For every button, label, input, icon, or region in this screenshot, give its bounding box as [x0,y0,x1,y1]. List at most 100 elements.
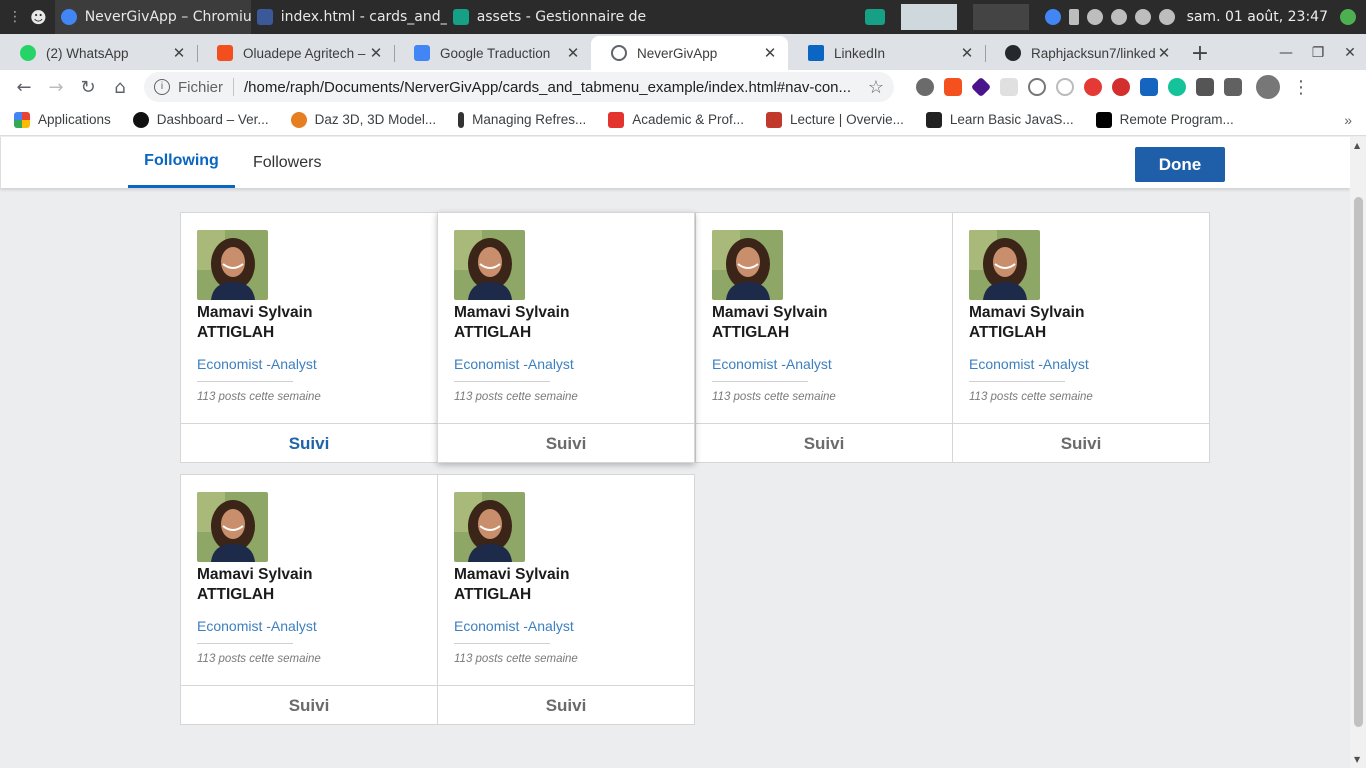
done-button[interactable]: Done [1135,147,1225,182]
shield-icon[interactable] [1086,9,1103,25]
extension-icon[interactable] [1028,78,1046,96]
profile-card[interactable]: Mamavi Sylvain ATTIGLAH Economist -Analyst… [437,474,695,725]
profile-name[interactable]: Mamavi Sylvain ATTIGLAH [197,303,397,343]
system-tray: sam. 01 août, 23:47 [864,4,1366,30]
address-url[interactable]: /home/raph/Documents/NerverGivApp/cards_… [244,79,860,96]
follow-button[interactable]: Suivi [696,423,952,463]
battery-icon[interactable] [1068,9,1079,25]
taskbar-window-label: index.html - cards_and_ta... [280,9,447,25]
profile-name[interactable]: Mamavi Sylvain ATTIGLAH [454,303,654,343]
avatar[interactable] [197,492,268,562]
workspace-3-icon[interactable] [972,4,1029,30]
taskbar-window-chromium[interactable]: NeverGivApp – Chromium [54,0,251,34]
profile-name[interactable]: Mamavi Sylvain ATTIGLAH [197,565,397,605]
bookmark-item[interactable]: Remote Program... [1095,111,1234,128]
app-menu-button[interactable]: ⋮ ☻ [0,0,55,34]
close-icon[interactable]: ✕ [565,44,581,62]
profile-avatar[interactable] [1256,75,1280,99]
close-icon[interactable]: ✕ [959,44,975,62]
tab-following[interactable]: Following [128,137,235,188]
profile-name[interactable]: Mamavi Sylvain ATTIGLAH [969,303,1169,343]
avatar[interactable] [454,230,525,300]
close-icon[interactable]: ✕ [762,44,778,62]
follow-button[interactable]: Suivi [438,685,694,725]
extension-icon[interactable] [1224,78,1242,96]
profile-role: Economist -Analyst [454,618,574,634]
profile-card[interactable]: Mamavi Sylvain ATTIGLAH Economist -Analyst… [180,474,438,725]
profile-card[interactable]: Mamavi Sylvain ATTIGLAH Economist -Analyst… [695,212,953,463]
workspace-1-icon[interactable] [864,9,885,25]
extension-icon[interactable] [1056,78,1074,96]
address-bar[interactable]: i Fichier /home/raph/Documents/NerverGiv… [144,72,894,102]
follow-button[interactable]: Suivi [181,423,437,463]
bookmark-item[interactable]: Daz 3D, 3D Model... [290,111,436,128]
browser-tab-whatsapp[interactable]: (2) WhatsApp ✕ [0,36,197,70]
browser-menu-icon[interactable]: ⋮ [1292,77,1310,98]
close-window-icon[interactable]: ✕ [1334,45,1366,61]
extension-icon[interactable] [944,78,962,96]
close-icon[interactable]: ✕ [171,44,187,62]
profile-name[interactable]: Mamavi Sylvain ATTIGLAH [454,565,654,605]
profile-card[interactable]: Mamavi Sylvain ATTIGLAH Economist -Analyst… [437,212,695,463]
bookmark-item[interactable]: Learn Basic JavaS... [925,111,1074,128]
bookmark-applications[interactable]: Applications [14,111,111,128]
close-icon[interactable]: ✕ [368,44,384,62]
extension-icon[interactable] [1196,78,1214,96]
taskbar-window-editor[interactable]: index.html - cards_and_ta... [251,0,447,34]
taskbar-window-files[interactable]: assets - Gestionnaire de fi... [447,0,647,34]
profile-name[interactable]: Mamavi Sylvain ATTIGLAH [712,303,912,343]
bookmarks-overflow-button[interactable]: » [1344,112,1352,128]
info-icon[interactable]: i [154,79,170,95]
avatar[interactable] [197,230,268,300]
profile-name-line2: ATTIGLAH [969,324,1047,341]
bookmark-label: Academic & Prof... [632,112,745,127]
avatar[interactable] [454,492,525,562]
follow-button[interactable]: Suivi [953,423,1209,463]
bookmark-item[interactable]: Managing Refres... [458,111,586,128]
forward-button[interactable]: → [40,72,72,102]
adblock-icon[interactable] [1112,78,1130,96]
profile-card[interactable]: Mamavi Sylvain ATTIGLAH Economist -Analyst… [180,212,438,463]
bookmark-item[interactable]: Academic & Prof... [608,111,745,128]
extension-icon[interactable] [970,76,992,98]
restore-icon[interactable]: ❐ [1302,45,1334,61]
follow-button[interactable]: Suivi [438,423,694,463]
extension-icon[interactable] [916,78,934,96]
extension-icon[interactable] [1000,78,1018,96]
attachment-icon[interactable] [1134,9,1151,25]
grammarly-icon[interactable] [1168,78,1186,96]
browser-tab-translate[interactable]: Google Traduction ✕ [394,36,591,70]
extensions-row [916,76,1242,98]
browser-tab-figma[interactable]: Oluadepe Agritech – F ✕ [197,36,394,70]
browser-tab-nevergivapp[interactable]: NeverGivApp ✕ [591,36,788,70]
browser-tab-linkedin[interactable]: LinkedIn ✕ [788,36,985,70]
extension-icon[interactable] [1084,78,1102,96]
tab-followers[interactable]: Followers [253,137,321,188]
profile-card[interactable]: Mamavi Sylvain ATTIGLAH Economist -Analyst… [952,212,1210,463]
bookmark-item[interactable]: Lecture | Overvie... [766,111,904,128]
home-button[interactable]: ⌂ [104,72,136,102]
avatar[interactable] [969,230,1040,300]
reload-button[interactable]: ↻ [72,72,104,102]
chrome-remote-icon[interactable] [1044,9,1061,25]
page-scrollbar[interactable]: ▲ ▼ [1350,137,1366,768]
workspace-2-icon[interactable] [900,4,957,30]
wifi-icon[interactable] [1110,9,1127,25]
extension-icon[interactable] [1140,78,1158,96]
bookmark-label: Applications [38,112,111,127]
update-icon[interactable] [1340,9,1356,25]
browser-tab-github[interactable]: Raphjacksun7/linkedi ✕ [985,36,1182,70]
bookmark-item[interactable]: Dashboard – Ver... [132,111,269,128]
new-tab-button[interactable]: + [1182,36,1218,70]
bookmark-star-icon[interactable]: ☆ [868,77,884,98]
scroll-up-icon[interactable]: ▲ [1354,141,1360,150]
clock[interactable]: sam. 01 août, 23:47 [1187,9,1328,25]
scrollbar-thumb[interactable] [1354,197,1363,727]
volume-icon[interactable] [1158,9,1175,25]
minimize-icon[interactable]: — [1270,45,1302,61]
avatar[interactable] [712,230,783,300]
close-icon[interactable]: ✕ [1156,44,1172,62]
back-button[interactable]: ← [8,72,40,102]
follow-button[interactable]: Suivi [181,685,437,725]
scroll-down-icon[interactable]: ▼ [1354,755,1360,764]
